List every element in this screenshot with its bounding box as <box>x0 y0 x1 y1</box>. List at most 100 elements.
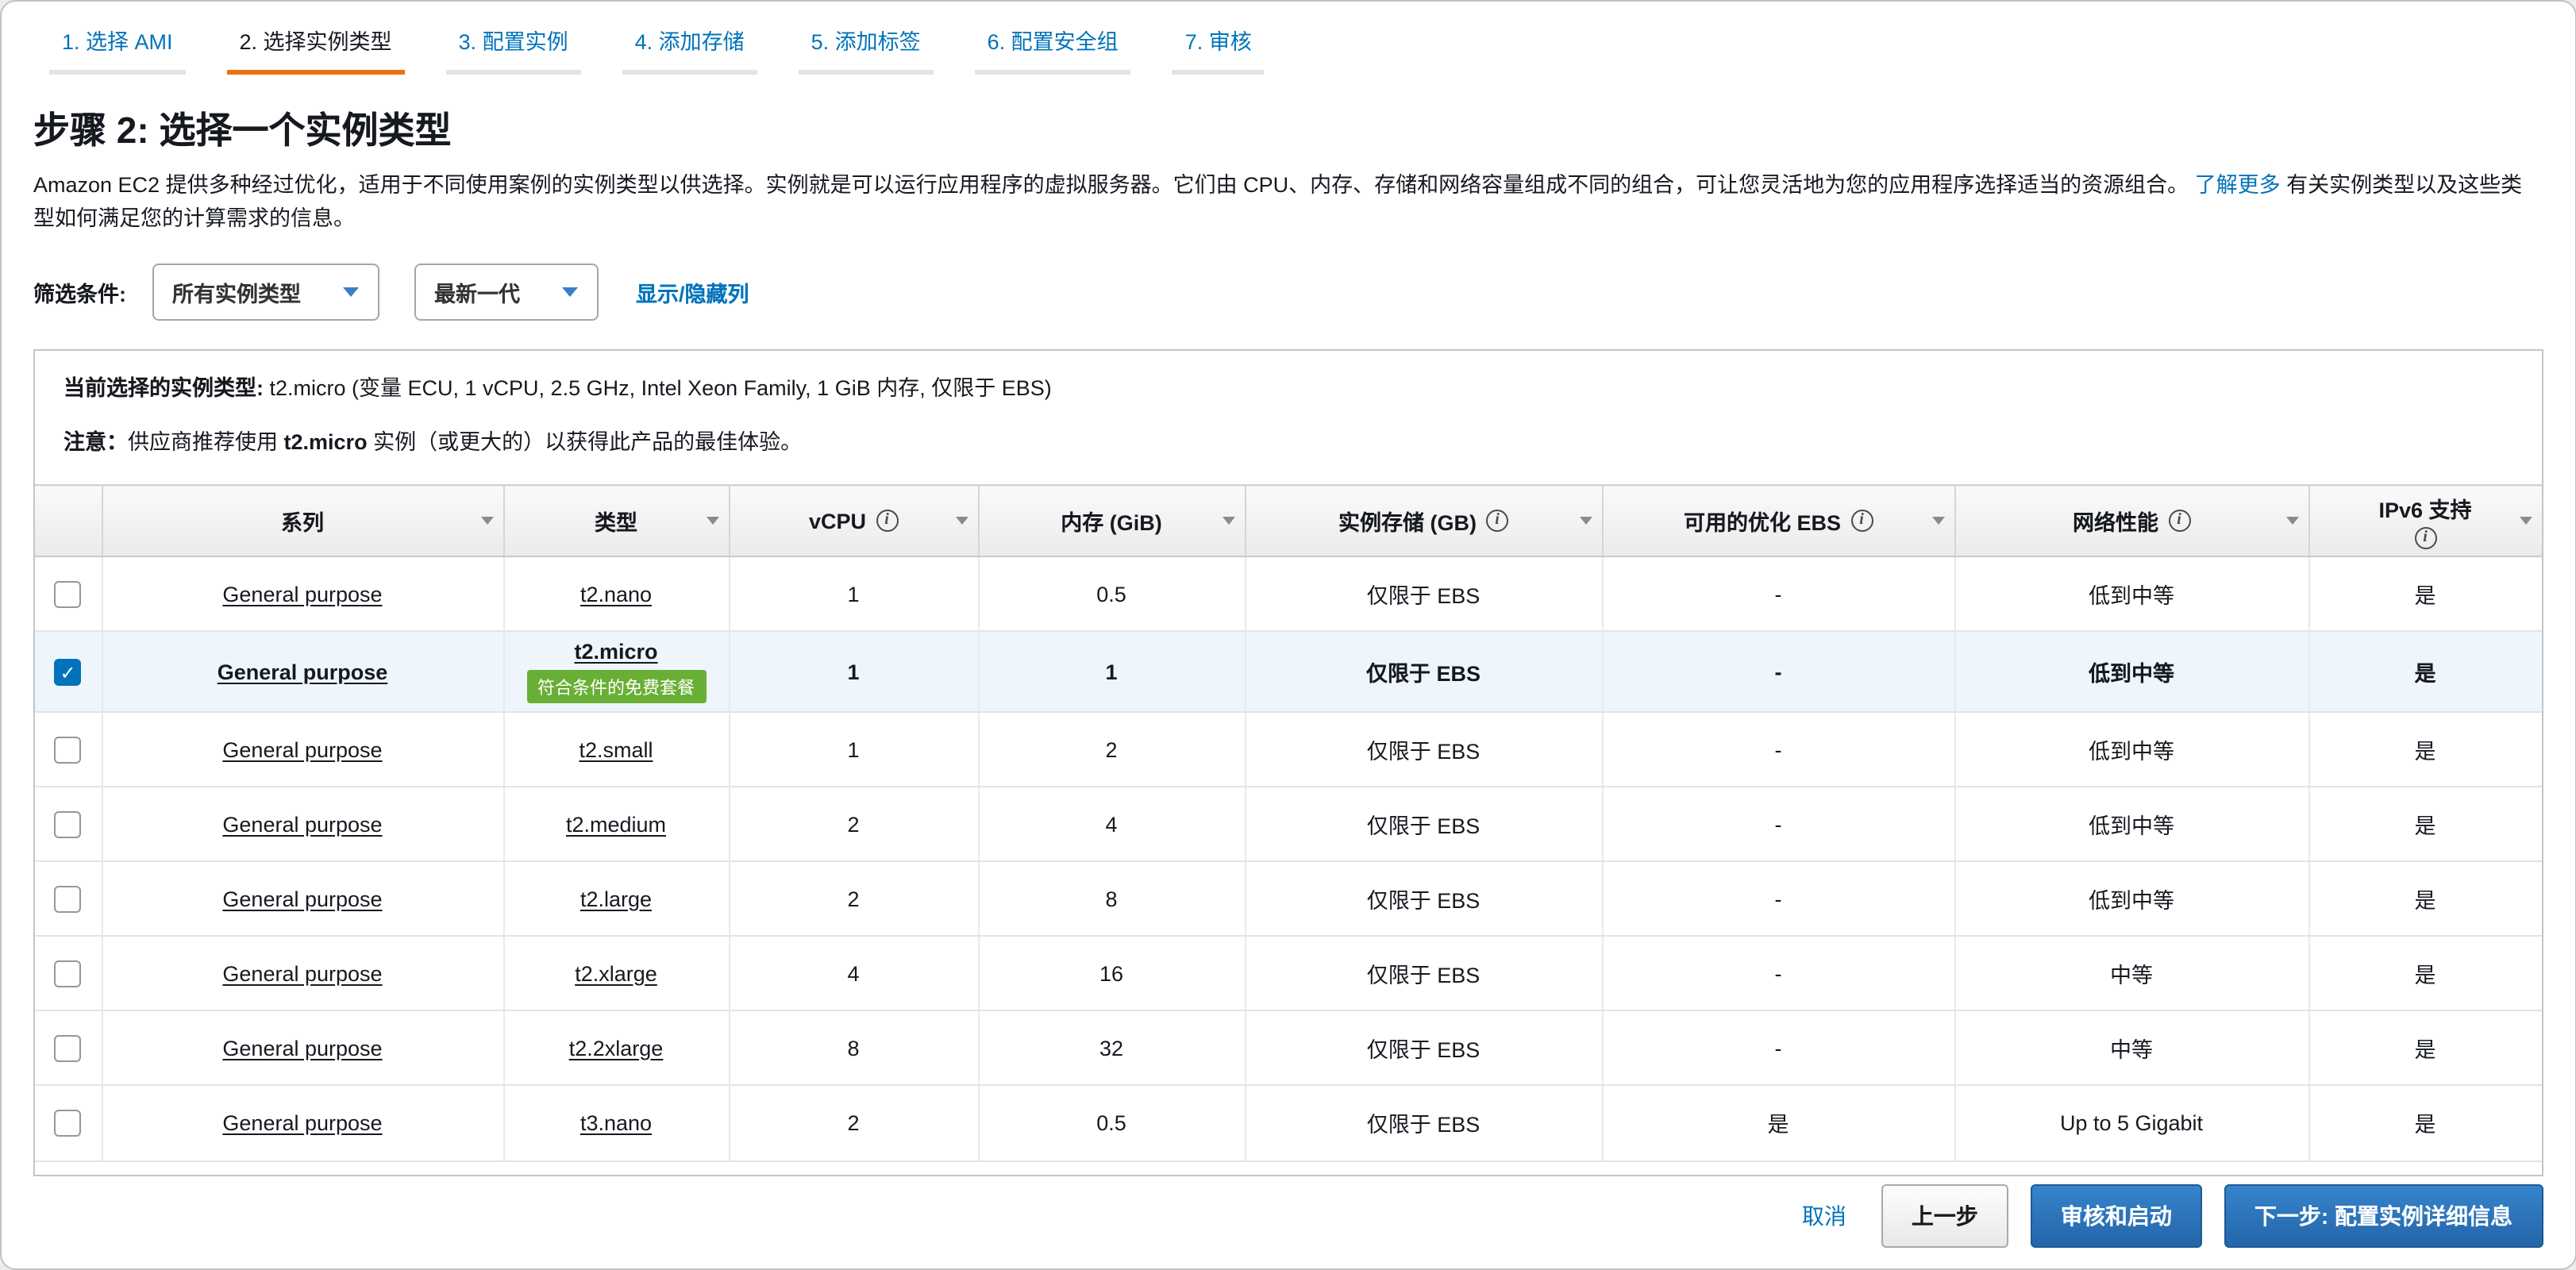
row-checkbox[interactable] <box>55 1110 82 1137</box>
instance-row-t2.micro[interactable]: ✓General purposet2.micro符合条件的免费套餐11仅限于 E… <box>35 631 2541 712</box>
instance-row-t3.nano[interactable]: General purposet3.nano20.5仅限于 EBS是Up to … <box>35 1085 2541 1160</box>
cell-ipv6: 是 <box>2308 556 2541 631</box>
column-label: 网络性能 <box>2073 505 2158 537</box>
type-link[interactable]: t3.nano <box>580 1111 652 1135</box>
next-button[interactable]: 下一步: 配置实例详细信息 <box>2224 1184 2543 1248</box>
wizard-step-tab-2[interactable]: 2. 选择实例类型 <box>227 24 405 75</box>
column-header-network[interactable]: 网络性能 i <box>1954 485 2308 556</box>
type-link[interactable]: t2.nano <box>580 582 652 606</box>
free-tier-badge: 符合条件的免费套餐 <box>526 670 706 703</box>
vendor-note-line: 注意：供应商推荐使用 t2.micro 实例（或更大的）以获得此产品的最佳体验。 <box>64 427 2512 457</box>
row-checkbox[interactable] <box>55 885 82 912</box>
cell-memory: 0.5 <box>978 1085 1245 1160</box>
sort-caret-icon <box>2519 517 2532 525</box>
table-header-row: 系列类型vCPUi内存 (GiB)实例存储 (GB)i可用的优化 EBSi网络性… <box>35 485 2541 556</box>
type-link[interactable]: t2.2xlarge <box>569 1036 664 1060</box>
instance-row-t2.2xlarge[interactable]: General purposet2.2xlarge832仅限于 EBS-中等是 <box>35 1010 2541 1085</box>
type-link[interactable]: t2.large <box>580 887 652 910</box>
cell-ipv6: 是 <box>2308 787 2541 861</box>
column-header-ipv6[interactable]: IPv6 支持 i <box>2308 485 2541 556</box>
cell-memory: 32 <box>978 1010 1245 1085</box>
row-checkbox-checked[interactable]: ✓ <box>55 658 82 685</box>
column-header-vcpu[interactable]: vCPUi <box>729 485 978 556</box>
cell-memory: 1 <box>978 631 1245 712</box>
cancel-link[interactable]: 取消 <box>1802 1200 1846 1232</box>
cell-network: Up to 5 Gigabit <box>1954 1085 2308 1160</box>
cell-vcpu: 2 <box>729 787 978 861</box>
generation-filter-dropdown[interactable]: 最新一代 <box>414 264 598 321</box>
main-content: 步骤 2: 选择一个实例类型 Amazon EC2 提供多种经过优化，适用于不同… <box>2 100 2574 1176</box>
sort-caret-icon <box>480 517 493 525</box>
type-link[interactable]: t2.small <box>579 737 653 761</box>
column-header-memory[interactable]: 内存 (GiB) <box>978 485 1245 556</box>
cell-ipv6: 是 <box>2308 712 2541 787</box>
wizard-step-tab-4[interactable]: 4. 添加存储 <box>622 24 757 75</box>
family-link[interactable]: General purpose <box>222 961 382 985</box>
note-text: 供应商推荐使用 <box>128 430 284 454</box>
wizard-step-tab-3[interactable]: 3. 配置实例 <box>446 24 581 75</box>
cell-vcpu: 1 <box>729 556 978 631</box>
row-checkbox[interactable] <box>55 960 82 987</box>
cell-vcpu: 2 <box>729 1085 978 1160</box>
show-hide-columns-link[interactable]: 显示/隐藏列 <box>636 276 749 308</box>
family-link[interactable]: General purpose <box>222 1036 382 1060</box>
instance-row-t2.large[interactable]: General purposet2.large28仅限于 EBS-低到中等是 <box>35 861 2541 936</box>
learn-more-link[interactable]: 了解更多 <box>2195 173 2281 197</box>
row-checkbox[interactable] <box>55 810 82 837</box>
select-column-header <box>35 485 102 556</box>
instance-type-filter-dropdown[interactable]: 所有实例类型 <box>152 264 379 321</box>
row-checkbox[interactable] <box>55 1034 82 1061</box>
cell-storage: 仅限于 EBS <box>1245 1010 1602 1085</box>
wizard-footer: 取消 上一步 审核和启动 下一步: 配置实例详细信息 <box>1802 1184 2543 1248</box>
info-icon[interactable]: i <box>2168 510 2190 532</box>
info-icon[interactable]: i <box>1850 510 1873 532</box>
ec2-launch-wizard-page: 1. 选择 AMI 2. 选择实例类型 3. 配置实例 4. 添加存储 5. 添加标签 6… <box>0 0 2576 1270</box>
sort-caret-icon <box>1579 517 1592 525</box>
cell-ipv6: 是 <box>2308 861 2541 936</box>
column-header-family[interactable]: 系列 <box>102 485 503 556</box>
type-link[interactable]: t2.xlarge <box>575 961 657 985</box>
column-header-storage[interactable]: 实例存储 (GB)i <box>1245 485 1602 556</box>
type-link[interactable]: t2.micro <box>574 640 657 664</box>
family-link[interactable]: General purpose <box>222 582 382 606</box>
wizard-step-tab-6[interactable]: 6. 配置安全组 <box>975 24 1131 75</box>
family-link[interactable]: General purpose <box>222 812 382 836</box>
previous-button[interactable]: 上一步 <box>1881 1184 2008 1248</box>
column-header-type[interactable]: 类型 <box>503 485 729 556</box>
instance-row-t2.medium[interactable]: General purposet2.medium24仅限于 EBS-低到中等是 <box>35 787 2541 861</box>
cell-ebs: - <box>1602 631 1954 712</box>
info-icon[interactable]: i <box>2414 527 2436 549</box>
wizard-step-tab-5[interactable]: 5. 添加标签 <box>799 24 934 75</box>
page-title: 步骤 2: 选择一个实例类型 <box>33 100 2543 154</box>
column-label: IPv6 支持 <box>2378 492 2471 524</box>
type-link[interactable]: t2.medium <box>566 812 666 836</box>
cell-vcpu: 8 <box>729 1010 978 1085</box>
family-link[interactable]: General purpose <box>218 660 388 683</box>
current-selection-label: 当前选择的实例类型: <box>64 376 264 400</box>
column-header-ebs[interactable]: 可用的优化 EBSi <box>1602 485 1954 556</box>
column-label: 系列 <box>281 505 324 537</box>
cell-storage: 仅限于 EBS <box>1245 787 1602 861</box>
info-icon[interactable]: i <box>1486 510 1508 532</box>
row-checkbox[interactable] <box>55 580 82 607</box>
info-icon[interactable]: i <box>876 510 898 532</box>
column-label: 类型 <box>595 505 637 537</box>
instance-row-t2.nano[interactable]: General purposet2.nano10.5仅限于 EBS-低到中等是 <box>35 556 2541 631</box>
sort-caret-icon <box>2285 517 2298 525</box>
cell-ebs: - <box>1602 787 1954 861</box>
review-launch-button[interactable]: 审核和启动 <box>2031 1184 2202 1248</box>
cell-memory: 4 <box>978 787 1245 861</box>
sort-caret-icon <box>1931 517 1944 525</box>
wizard-step-tab-7[interactable]: 7. 审核 <box>1172 24 1265 75</box>
family-link[interactable]: General purpose <box>222 887 382 910</box>
filter-label: 筛选条件: <box>33 276 126 308</box>
wizard-step-tab-1[interactable]: 1. 选择 AMI <box>49 24 186 75</box>
instance-row-t2.xlarge[interactable]: General purposet2.xlarge416仅限于 EBS-中等是 <box>35 936 2541 1010</box>
page-description: Amazon EC2 提供多种经过优化，适用于不同使用案例的实例类型以供选择。实… <box>33 168 2539 235</box>
family-link[interactable]: General purpose <box>222 1111 382 1135</box>
row-checkbox[interactable] <box>55 736 82 763</box>
instance-row-t2.small[interactable]: General purposet2.small12仅限于 EBS-低到中等是 <box>35 712 2541 787</box>
family-link[interactable]: General purpose <box>222 737 382 761</box>
note-instance-type: t2.micro <box>284 430 368 454</box>
cell-vcpu: 4 <box>729 936 978 1010</box>
